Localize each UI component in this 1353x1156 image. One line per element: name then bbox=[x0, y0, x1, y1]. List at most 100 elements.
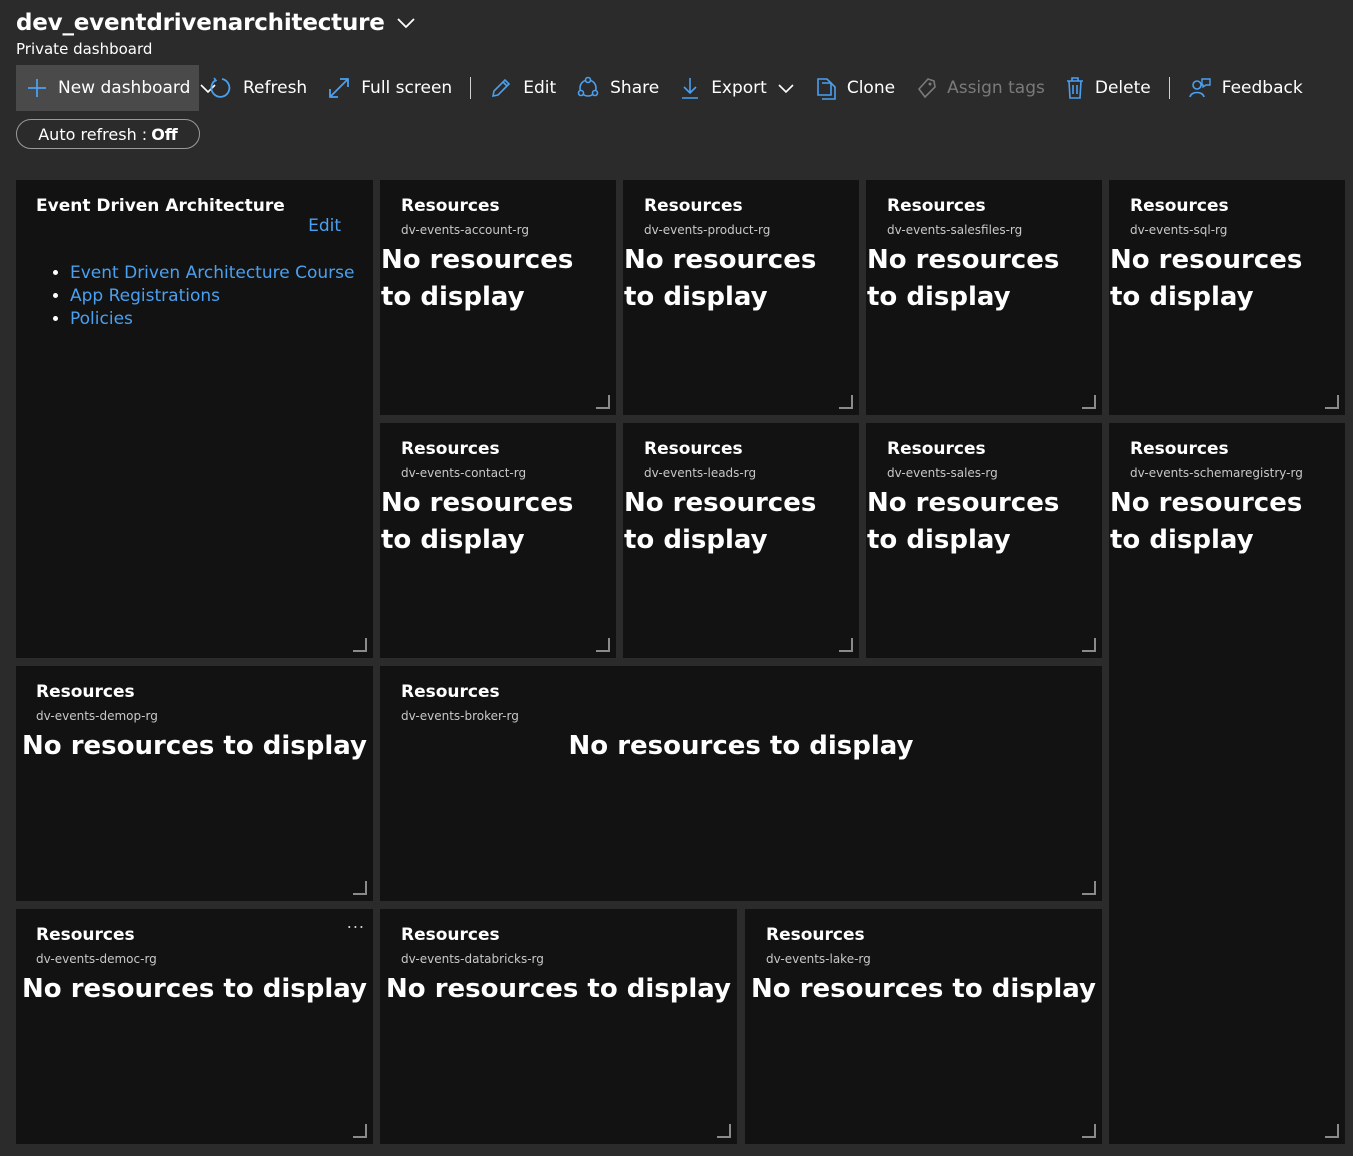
tile-title: Resources bbox=[1130, 196, 1229, 216]
resource-group-name: dv-events-salesfiles-rg bbox=[887, 223, 1023, 237]
tile-title: Resources bbox=[1130, 439, 1229, 459]
resource-tile[interactable]: Resources dv-events-sql-rg No resources … bbox=[1109, 180, 1345, 415]
edit-label: Edit bbox=[523, 78, 557, 98]
share-icon bbox=[577, 76, 599, 97]
resize-handle[interactable] bbox=[1082, 395, 1096, 409]
resource-tile[interactable]: Resources dv-events-salesfiles-rg No res… bbox=[866, 180, 1102, 415]
empty-message: No resources to display bbox=[1110, 488, 1303, 555]
resource-group-name: dv-events-contact-rg bbox=[401, 466, 527, 480]
refresh-button[interactable]: Refresh bbox=[199, 65, 317, 111]
resize-handle[interactable] bbox=[839, 395, 853, 409]
markdown-edit-link[interactable]: Edit bbox=[308, 216, 341, 236]
export-button[interactable]: Export bbox=[669, 65, 805, 111]
empty-message: No resources to display bbox=[751, 974, 1096, 1004]
resize-handle[interactable] bbox=[353, 1124, 367, 1138]
resource-group-name: dv-events-databricks-rg bbox=[401, 952, 544, 966]
resize-handle[interactable] bbox=[717, 1124, 731, 1138]
resource-group-name: dv-events-sql-rg bbox=[1130, 223, 1228, 237]
empty-message: No resources to display bbox=[22, 731, 367, 761]
empty-message: No resources to display bbox=[867, 245, 1060, 312]
empty-message: No resources to display bbox=[386, 974, 731, 1004]
resource-tile[interactable]: ... Resources dv-events-democ-rg No reso… bbox=[16, 909, 373, 1144]
new-dashboard-button[interactable]: New dashboard bbox=[16, 65, 216, 111]
toolbar-divider bbox=[470, 77, 472, 99]
resize-handle[interactable] bbox=[596, 638, 610, 652]
more-options-icon[interactable]: ... bbox=[347, 913, 365, 932]
tile-title: Resources bbox=[887, 439, 986, 459]
resource-tile[interactable]: Resources dv-events-databricks-rg No res… bbox=[380, 909, 737, 1144]
chevron-down-icon[interactable] bbox=[395, 12, 417, 34]
empty-message: No resources to display bbox=[624, 488, 817, 555]
title-row[interactable]: dev_eventdrivenarchitecture bbox=[16, 10, 417, 36]
download-icon bbox=[682, 78, 699, 99]
feedback-icon bbox=[1188, 78, 1211, 98]
resize-handle[interactable] bbox=[1082, 638, 1096, 652]
empty-message: No resources to display bbox=[381, 245, 574, 312]
empty-message: No resources to display bbox=[22, 974, 367, 1004]
link-app-registrations[interactable]: App Registrations bbox=[70, 285, 354, 308]
resource-tile[interactable]: Resources dv-events-product-rg No resour… bbox=[623, 180, 859, 415]
export-label: Export bbox=[711, 78, 767, 98]
resize-handle[interactable] bbox=[353, 638, 367, 652]
clone-icon bbox=[817, 78, 836, 100]
delete-button[interactable]: Delete bbox=[1055, 65, 1161, 111]
full-screen-label: Full screen bbox=[361, 78, 453, 98]
new-dashboard-label: New dashboard bbox=[58, 78, 191, 98]
tag-icon bbox=[918, 78, 936, 99]
resource-group-name: dv-events-broker-rg bbox=[401, 709, 519, 723]
share-button[interactable]: Share bbox=[566, 65, 669, 111]
dashboard-header: dev_eventdrivenarchitecture Private dash… bbox=[0, 0, 1353, 170]
tile-title: Event Driven Architecture bbox=[36, 196, 285, 216]
resize-handle[interactable] bbox=[1082, 1124, 1096, 1138]
resize-handle[interactable] bbox=[1082, 881, 1096, 895]
refresh-label: Refresh bbox=[243, 78, 308, 98]
dashboard-title[interactable]: dev_eventdrivenarchitecture bbox=[16, 10, 385, 36]
link-event-driven-architecture-course[interactable]: Event Driven Architecture Course bbox=[70, 262, 354, 285]
empty-message: No resources to display bbox=[1110, 245, 1303, 312]
resource-tile[interactable]: Resources dv-events-contact-rg No resour… bbox=[380, 423, 616, 658]
empty-message: No resources to display bbox=[624, 245, 817, 312]
link-policies[interactable]: Policies bbox=[70, 308, 354, 331]
auto-refresh-button[interactable]: Auto refresh : Off bbox=[16, 119, 200, 149]
tile-title: Resources bbox=[401, 196, 500, 216]
tile-title: Resources bbox=[644, 196, 743, 216]
command-bar: New dashboard Refresh Full screen Edit S… bbox=[16, 65, 1313, 111]
resource-group-name: dv-events-leads-rg bbox=[644, 466, 757, 480]
dashboard-subtitle: Private dashboard bbox=[16, 40, 153, 58]
resource-tile[interactable]: Resources dv-events-lake-rg No resources… bbox=[745, 909, 1102, 1144]
resource-tile[interactable]: Resources dv-events-broker-rg No resourc… bbox=[380, 666, 1102, 901]
resource-group-name: dv-events-product-rg bbox=[644, 223, 771, 237]
edit-button[interactable]: Edit bbox=[479, 65, 566, 111]
resource-tile[interactable]: Resources dv-events-leads-rg No resource… bbox=[623, 423, 859, 658]
chevron-down-icon bbox=[778, 84, 794, 94]
assign-tags-label: Assign tags bbox=[947, 78, 1045, 98]
empty-message: No resources to display bbox=[381, 488, 574, 555]
tile-title: Resources bbox=[36, 925, 135, 945]
resize-handle[interactable] bbox=[596, 395, 610, 409]
resize-handle[interactable] bbox=[1325, 395, 1339, 409]
assign-tags-button: Assign tags bbox=[905, 65, 1055, 111]
feedback-button[interactable]: Feedback bbox=[1178, 65, 1313, 111]
full-screen-icon bbox=[329, 78, 350, 98]
tile-title: Resources bbox=[887, 196, 986, 216]
tile-title: Resources bbox=[644, 439, 743, 459]
resource-tile[interactable]: Resources dv-events-sales-rg No resource… bbox=[866, 423, 1102, 658]
delete-label: Delete bbox=[1094, 78, 1151, 98]
markdown-tile[interactable]: Event Driven Architecture Edit Event Dri… bbox=[16, 180, 373, 658]
resource-tile[interactable]: Resources dv-events-account-rg No resour… bbox=[380, 180, 616, 415]
markdown-link-list: Event Driven Architecture Course App Reg… bbox=[48, 262, 354, 331]
resize-handle[interactable] bbox=[353, 881, 367, 895]
full-screen-button[interactable]: Full screen bbox=[317, 65, 462, 111]
tile-title: Resources bbox=[401, 439, 500, 459]
resize-handle[interactable] bbox=[1325, 1124, 1339, 1138]
clone-label: Clone bbox=[846, 78, 896, 98]
resource-tile[interactable]: Resources dv-events-schemaregistry-rg No… bbox=[1109, 423, 1345, 1144]
pencil-icon bbox=[492, 78, 511, 98]
resource-group-name: dv-events-lake-rg bbox=[766, 952, 871, 966]
resource-group-name: dv-events-demop-rg bbox=[36, 709, 158, 723]
resource-tile[interactable]: Resources dv-events-demop-rg No resource… bbox=[16, 666, 373, 901]
clone-button[interactable]: Clone bbox=[805, 65, 905, 111]
auto-refresh-label: Auto refresh : bbox=[38, 124, 148, 144]
resource-group-name: dv-events-account-rg bbox=[401, 223, 529, 237]
resize-handle[interactable] bbox=[839, 638, 853, 652]
